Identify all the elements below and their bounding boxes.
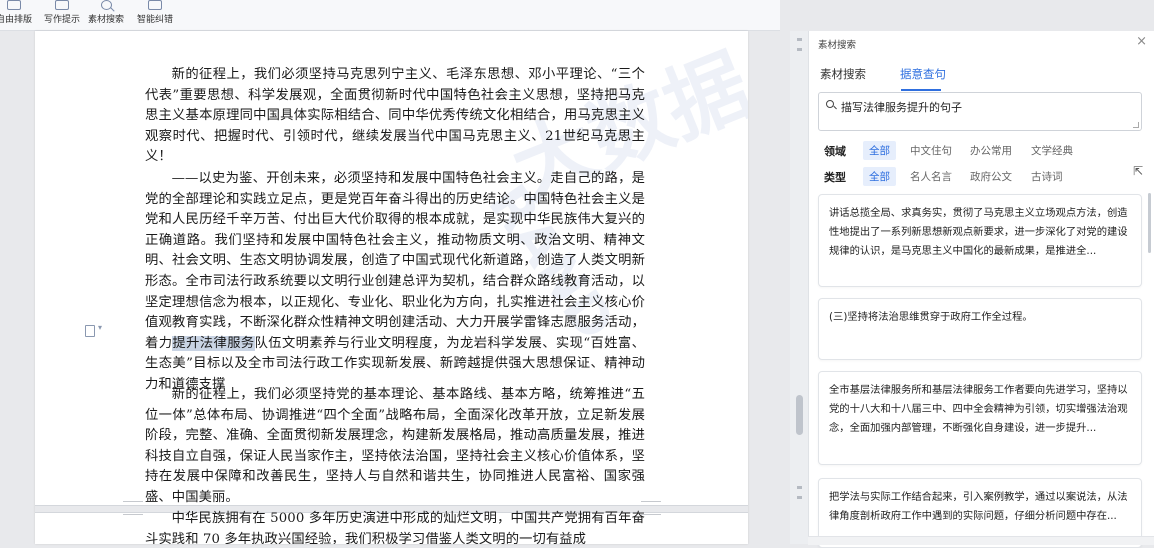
writing-tips-label: 写作提示 [43,15,80,25]
margin-mark-right [641,501,661,502]
result-card[interactable]: (三)坚持将法治思维贯穿于政府工作全过程。 [818,298,1142,360]
result-text: (三)坚持将法治思维贯穿于政府工作全过程。 [829,311,1033,323]
filter-label-domain: 领域 [824,145,846,158]
scroll-tick-icon [797,48,802,51]
tab-sentence-by-meaning[interactable]: 据意查句 [900,66,946,82]
chip-domain-office[interactable]: 办公常用 [964,141,1018,160]
material-search-label: 素材搜索 [87,15,124,25]
results-scrollbar[interactable] [1148,193,1151,253]
filter-label-type: 类型 [824,171,846,184]
chip-domain-chinese[interactable]: 中文住句 [904,141,958,160]
smart-correct-button[interactable]: 智能纠错 [135,0,175,30]
smart-correct-label: 智能纠错 [136,15,173,25]
tab-material-search[interactable]: 素材搜索 [820,66,866,82]
top-toolbar: 自由排版 写作提示 素材搜索 智能纠错 [0,0,780,31]
close-icon[interactable]: × [1136,34,1147,49]
chip-type-quotes[interactable]: 名人名言 [904,167,958,186]
document-page[interactable]: 大数据 RAND 新的征程上，我们必须坚持马克思列宁主义、毛泽东思想、邓小平理论… [35,31,748,544]
active-tab-indicator [901,89,941,91]
chip-type-all[interactable]: 全部 [863,167,896,186]
search-input[interactable]: 描写法律服务提升的句子 [818,92,1142,131]
result-card[interactable]: 全市基层法律服务所和基层法律服务工作者要向先进学习，坚持以党的十八大和十八届三中… [818,371,1142,465]
material-search-button[interactable]: 素材搜索 [86,0,126,30]
pen-icon [55,0,69,10]
resize-grip-icon[interactable] [1133,122,1139,128]
document-scrollbar[interactable] [790,31,808,544]
layout-icon [7,0,21,10]
chip-domain-literature[interactable]: 文学经典 [1025,141,1079,160]
material-search-panel: 素材搜索 × 素材搜索 据意查句 描写法律服务提升的句子 领域 全部 中文住句 … [808,31,1154,548]
paragraph-1: 新的征程上，我们必须坚持马克思列宁主义、毛泽东思想、邓小平理论、“三个代表”重要… [145,67,645,165]
document-area: 大数据 RAND 新的征程上，我们必须坚持马克思列宁主义、毛泽东思想、邓小平理论… [0,31,790,544]
chip-type-government[interactable]: 政府公文 [964,167,1018,186]
free-layout-button[interactable]: 自由排版 [0,0,36,30]
scroll-tick-icon [797,38,802,41]
free-layout-label: 自由排版 [0,15,32,25]
panel-title: 素材搜索 [818,40,857,51]
result-card[interactable]: 讲话总揽全局、求真务实，贯彻了马克思主义立场观点方法，创造性地提出了一系列新思想… [818,194,1142,287]
check-icon [148,0,162,10]
chip-domain-all[interactable]: 全部 [863,141,896,160]
paragraph-menu-icon[interactable] [85,323,102,337]
result-text: 把学法与实际工作结合起来，引入案例教学，通过以案说法，从法律角度剖析政府工作中遇… [829,491,1128,523]
paragraph-2: ——以史为鉴、开创未来，必须坚持和发展中国特色社会主义。走自己的路，是党的全部理… [145,169,645,396]
scroll-tick-icon [797,496,802,499]
highlighted-text[interactable]: 提升法律服务 [172,335,255,351]
paragraph-2-text: ——以史为鉴、开创未来，必须坚持和发展中国特色社会主义。走自己的路，是党的全部理… [145,171,645,351]
document-scroll-thumb[interactable] [796,395,803,435]
scroll-tick-icon [797,486,802,489]
search-input-value: 描写法律服务提升的句子 [841,101,962,114]
mouse-cursor-icon: ⇱ [1133,164,1144,178]
result-text: 全市基层法律服务所和基层法律服务工作者要向先进学习，坚持以党的十八大和十八届三中… [829,384,1128,435]
result-text: 讲话总揽全局、求真务实，贯彻了马克思主义立场观点方法，创造性地提出了一系列新思想… [829,207,1128,258]
margin-mark-left [123,501,143,502]
margin-mark-left-2 [123,514,143,515]
paragraph-4: 中华民族拥有在 5000 多年历史演进中形成的灿烂文明，中国共产党拥有百年奋斗实… [145,511,645,544]
chip-type-poetry[interactable]: 古诗词 [1025,167,1069,186]
search-icon [826,100,834,108]
writing-tips-button[interactable]: 写作提示 [42,0,82,30]
search-icon [100,0,112,10]
paragraph-3: 新的征程上，我们必须坚持党的基本理论、基本路线、基本方略，统筹推进“五位一体”总… [145,387,645,505]
